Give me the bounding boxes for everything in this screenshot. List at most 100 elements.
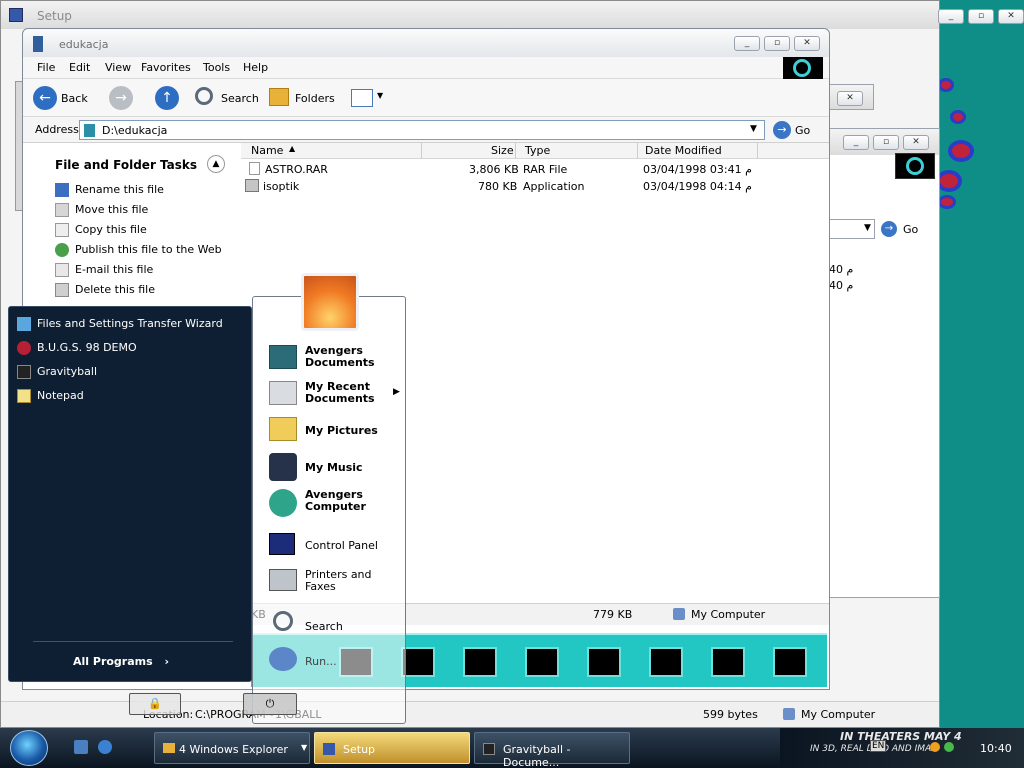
tray-icon[interactable] xyxy=(930,742,940,752)
column-size[interactable]: Size xyxy=(491,144,514,157)
control-panel-icon xyxy=(269,533,295,555)
setup-title: Setup xyxy=(37,9,72,23)
folders-icon[interactable] xyxy=(269,88,289,106)
search-icon xyxy=(273,611,293,631)
back-button[interactable]: Back xyxy=(61,92,88,105)
column-divider[interactable] xyxy=(421,143,422,159)
thumb-cell xyxy=(525,647,559,677)
menu-view[interactable]: View xyxy=(105,61,131,74)
back-explorer-window[interactable]: _ ▫ ✕ ▼ → Go م 40 م 40 xyxy=(828,128,940,598)
column-divider[interactable] xyxy=(757,143,758,159)
taskbar-button-explorer[interactable]: 4 Windows Explorer ▼ xyxy=(154,732,310,764)
back-window-minimize-button[interactable]: _ xyxy=(843,135,869,150)
collapse-chevron-icon[interactable]: ▲ xyxy=(207,155,225,173)
menu-help[interactable]: Help xyxy=(243,61,268,74)
thumb-cell xyxy=(711,647,745,677)
gravityball-icon xyxy=(483,743,495,755)
task-rename[interactable]: Rename this file xyxy=(55,183,164,197)
back-window-2-title-bar[interactable]: ✕ xyxy=(828,84,874,110)
pinned-item[interactable]: B.U.G.S. 98 DEMO xyxy=(17,341,137,355)
back-window-go-label[interactable]: Go xyxy=(903,223,918,236)
column-date-modified[interactable]: Date Modified xyxy=(645,144,722,157)
all-programs-button[interactable]: All Programs › xyxy=(73,655,169,668)
start-menu-divider xyxy=(33,641,233,642)
address-input[interactable]: D:\edukacja ▼ xyxy=(79,120,765,140)
back-window-address[interactable]: ▼ xyxy=(829,219,875,239)
pinned-item[interactable]: Gravityball xyxy=(17,365,97,379)
task-delete[interactable]: Delete this file xyxy=(55,283,155,297)
back-window-maximize-button[interactable]: ▫ xyxy=(873,135,899,150)
power-button[interactable]: ⏻ xyxy=(243,693,297,715)
chevron-right-icon: › xyxy=(164,655,170,668)
computer-icon xyxy=(269,489,297,517)
task-copy[interactable]: Copy this file xyxy=(55,223,147,237)
music-icon xyxy=(269,453,297,481)
explorer-title-bar[interactable]: edukacja _ ▫ ✕ xyxy=(23,29,829,57)
my-computer-icon xyxy=(673,608,685,620)
start-menu: Files and Settings Transfer Wizard B.U.G… xyxy=(8,273,406,724)
back-window-title-bar[interactable]: _ ▫ ✕ xyxy=(829,129,939,155)
pinned-item[interactable]: Files and Settings Transfer Wizard xyxy=(17,317,223,331)
menu-bar: File Edit View Favorites Tools Help xyxy=(23,57,829,79)
notepad-icon xyxy=(17,389,31,403)
taskbar-button-setup[interactable]: Setup xyxy=(314,732,470,764)
task-move[interactable]: Move this file xyxy=(55,203,148,217)
back-arrow-icon[interactable]: ← xyxy=(33,86,57,110)
thumb-cell xyxy=(649,647,683,677)
go-button[interactable]: Go xyxy=(795,124,810,137)
menu-edit[interactable]: Edit xyxy=(69,61,90,74)
setup-title-bar[interactable]: Setup xyxy=(1,1,964,29)
menu-favorites[interactable]: Favorites xyxy=(141,61,191,74)
up-folder-icon[interactable]: ↑ xyxy=(155,86,179,110)
back-window-close-button[interactable]: ✕ xyxy=(903,135,929,150)
folder-title-icon xyxy=(33,36,43,52)
column-name[interactable]: Name xyxy=(251,144,283,157)
explorer-maximize-button[interactable]: ▫ xyxy=(764,36,790,51)
task-publish[interactable]: Publish this file to the Web xyxy=(55,243,222,257)
search-icon[interactable] xyxy=(195,87,213,105)
start-menu-right-pane: Avengers Documents My Recent Documents ▶… xyxy=(129,273,406,724)
pinned-item[interactable]: Notepad xyxy=(17,389,84,403)
go-icon[interactable]: → xyxy=(773,121,791,139)
taskbar-button-gravityball[interactable]: Gravityball - Docume... xyxy=(474,732,630,768)
setup-close-button[interactable]: ✕ xyxy=(998,9,1024,24)
explorer-close-button[interactable]: ✕ xyxy=(794,36,820,51)
column-divider[interactable] xyxy=(515,143,516,159)
setup-zone-icon xyxy=(783,708,795,720)
quicklaunch-icon[interactable] xyxy=(98,740,112,754)
clock[interactable]: 10:40 xyxy=(980,742,1012,755)
back-window-2-close-button[interactable]: ✕ xyxy=(837,91,863,106)
lock-button[interactable]: 🔒 xyxy=(129,693,181,715)
folders-button[interactable]: Folders xyxy=(295,92,335,105)
views-dropdown-icon[interactable]: ▼ xyxy=(377,91,383,100)
back-window-go-icon[interactable]: → xyxy=(881,221,897,237)
language-indicator[interactable]: EN xyxy=(870,740,887,752)
search-button[interactable]: Search xyxy=(221,92,259,105)
start-orb-button[interactable] xyxy=(10,730,48,766)
setup-maximize-button[interactable]: ▫ xyxy=(968,9,994,24)
address-label: Address xyxy=(35,123,79,136)
column-divider[interactable] xyxy=(637,143,638,159)
task-email[interactable]: E-mail this file xyxy=(55,263,153,277)
file-row[interactable]: isoptik 780 KB Application 03/04/1998 04… xyxy=(241,178,761,194)
rename-icon xyxy=(55,183,69,197)
column-type[interactable]: Type xyxy=(525,144,550,157)
address-dropdown-icon[interactable]: ▼ xyxy=(750,124,757,134)
menu-tools[interactable]: Tools xyxy=(203,61,230,74)
tray-icon[interactable] xyxy=(944,742,954,752)
file-name: ASTRO.RAR xyxy=(265,163,328,176)
file-type: Application xyxy=(523,180,585,193)
explorer-minimize-button[interactable]: _ xyxy=(734,36,760,51)
printer-icon xyxy=(269,569,297,591)
file-name: isoptik xyxy=(263,180,300,193)
user-picture[interactable] xyxy=(301,273,359,331)
quicklaunch-icon[interactable] xyxy=(74,740,88,754)
run-icon xyxy=(269,647,297,671)
thumb-cell xyxy=(401,647,435,677)
setup-minimize-button[interactable]: _ xyxy=(938,9,964,24)
views-icon[interactable] xyxy=(351,89,373,107)
menu-file[interactable]: File xyxy=(37,61,55,74)
file-row[interactable]: ASTRO.RAR 3,806 KB RAR File 03/04/1998 0… xyxy=(241,161,761,177)
forward-arrow-icon[interactable]: → xyxy=(109,86,133,110)
chevron-right-icon: ▶ xyxy=(393,387,400,397)
